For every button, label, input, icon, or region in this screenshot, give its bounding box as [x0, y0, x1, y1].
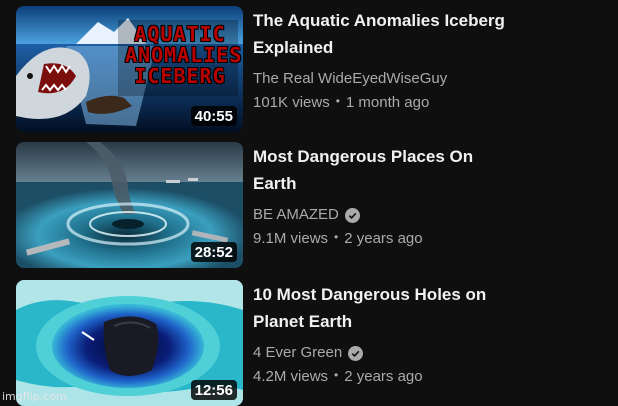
imgflip-watermark: imgflip.com [2, 390, 67, 403]
view-count: 9.1M views [253, 230, 329, 247]
video-meta: 10 Most Dangerous Holes on Planet Earth … [253, 280, 593, 388]
thumbnail-title-text: AQUATIC ANOMALIES ICEBERG [125, 22, 243, 88]
video-meta: Most Dangerous Places On Earth BE AMAZED… [253, 142, 593, 250]
thumbnail-text-line: ICEBERG [134, 64, 226, 88]
channel-name[interactable]: BE AMAZED [253, 204, 593, 226]
separator-dot: • [334, 230, 339, 244]
video-stats: 4.2M views • 2 years ago [253, 366, 593, 388]
channel-name[interactable]: 4 Ever Green [253, 342, 593, 364]
channel-name-text: BE AMAZED [253, 206, 339, 223]
video-item[interactable]: 28:52 Most Dangerous Places On Earth BE … [16, 142, 606, 268]
channel-name[interactable]: The Real WideEyedWiseGuy [253, 68, 593, 90]
video-title[interactable]: Most Dangerous Places On Earth [253, 143, 593, 197]
video-title-line: Most Dangerous Places On [253, 147, 474, 166]
video-title-line: Earth [253, 174, 297, 193]
upload-age: 2 years ago [344, 230, 423, 247]
upload-age: 2 years ago [344, 368, 423, 385]
video-item[interactable]: AQUATIC ANOMALIES ICEBERG 40:55 The Aqua… [16, 6, 606, 132]
video-thumbnail[interactable]: AQUATIC ANOMALIES ICEBERG 40:55 [16, 6, 243, 132]
thumbnail-text-line: ANOMALIES [125, 43, 243, 67]
separator-dot: • [334, 368, 339, 382]
video-title-line: The Aquatic Anomalies Iceberg [253, 11, 505, 30]
verified-check-icon [344, 207, 360, 223]
verified-check-icon [348, 345, 364, 361]
duration-badge: 12:56 [190, 380, 237, 400]
video-stats: 101K views • 1 month ago [253, 92, 593, 114]
duration-badge: 28:52 [190, 242, 237, 262]
video-title-line: Planet Earth [253, 312, 353, 331]
video-list: AQUATIC ANOMALIES ICEBERG 40:55 The Aqua… [0, 0, 618, 406]
channel-name-text: The Real WideEyedWiseGuy [253, 70, 448, 87]
thumbnail-text-line: AQUATIC [134, 22, 226, 46]
video-item[interactable]: 12:56 10 Most Dangerous Holes on Planet … [16, 280, 606, 406]
upload-age: 1 month ago [345, 94, 430, 111]
duration-badge: 40:55 [190, 106, 237, 126]
video-thumbnail[interactable]: 12:56 [16, 280, 243, 406]
view-count: 4.2M views [253, 368, 329, 385]
separator-dot: • [335, 94, 340, 108]
video-title-line: 10 Most Dangerous Holes on [253, 285, 487, 304]
video-stats: 9.1M views • 2 years ago [253, 228, 593, 250]
channel-name-text: 4 Ever Green [253, 344, 343, 361]
video-meta: The Aquatic Anomalies Iceberg Explained … [253, 6, 593, 114]
video-title[interactable]: The Aquatic Anomalies Iceberg Explained [253, 7, 593, 61]
video-thumbnail[interactable]: 28:52 [16, 142, 243, 268]
view-count: 101K views [253, 94, 330, 111]
video-title[interactable]: 10 Most Dangerous Holes on Planet Earth [253, 281, 593, 335]
video-title-line: Explained [253, 38, 334, 57]
